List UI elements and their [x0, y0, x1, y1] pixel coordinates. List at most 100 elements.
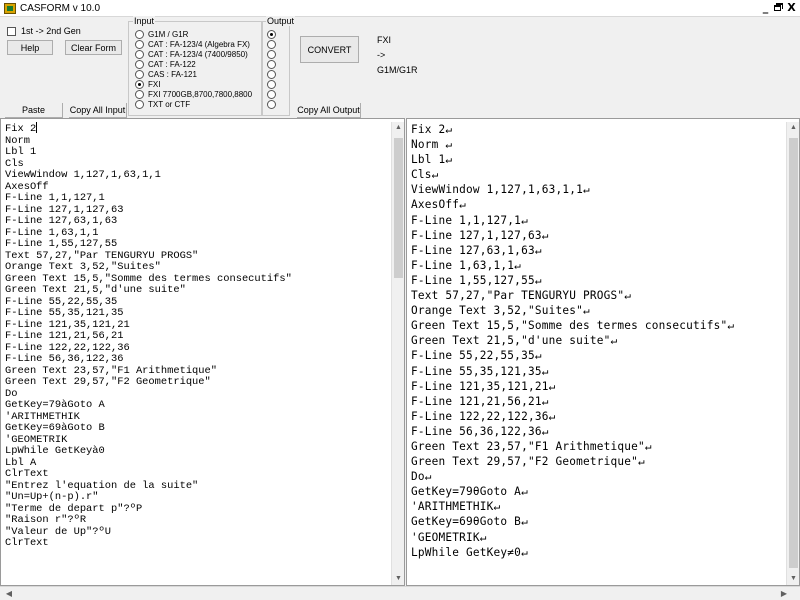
output-radio-2[interactable] [267, 50, 276, 59]
output-code-line[interactable]: F-Line 1,55,127,55↵ [411, 273, 734, 288]
input-radio-4[interactable] [135, 70, 144, 79]
output-code-line[interactable]: Green Text 29,57,"F2 Geometrique"↵ [411, 454, 734, 469]
output-radio-6[interactable] [267, 90, 276, 99]
output-code-line[interactable]: Fix 2↵ [411, 122, 734, 137]
input-code-line[interactable]: Green Text 29,57,"F2 Geometrique" [5, 376, 292, 389]
output-code-line[interactable]: F-Line 55,35,121,35↵ [411, 364, 734, 379]
output-vertical-scrollbar[interactable]: ▲ ▼ [786, 122, 799, 585]
output-code-line[interactable]: F-Line 127,63,1,63↵ [411, 243, 734, 258]
output-code-line[interactable]: GetKey=69θGoto B↵ [411, 514, 734, 529]
output-legend: Output [266, 16, 296, 26]
minimize-icon[interactable]: _ [759, 1, 772, 15]
input-code-line[interactable]: LpWhile GetKeyà0 [5, 445, 292, 458]
output-code-line[interactable]: Green Text 23,57,"F1 Arithmetique"↵ [411, 439, 734, 454]
scroll-down-icon[interactable]: ▼ [787, 573, 799, 585]
output-radio-0[interactable] [267, 30, 276, 39]
help-button[interactable]: Help [7, 40, 53, 55]
restore-icon[interactable] [772, 1, 785, 15]
output-code-line[interactable]: F-Line 121,35,121,21↵ [411, 379, 734, 394]
output-code-line[interactable]: ViewWindow 1,127,1,63,1,1↵ [411, 182, 734, 197]
input-radio-0[interactable] [135, 30, 144, 39]
output-code[interactable]: Fix 2↵ Norm ↵ Lbl 1↵ Cls↵ ViewWindow 1,127,1… [411, 122, 734, 560]
output-code-line[interactable]: Text 57,27,"Par TENGURYU PROGS"↵ [411, 288, 734, 303]
close-icon[interactable]: X [785, 1, 798, 15]
input-option-label: G1M / G1R [148, 30, 189, 39]
input-code-line[interactable]: "Raison r"?ºR [5, 514, 292, 527]
output-code-line[interactable]: F-Line 127,1,127,63↵ [411, 228, 734, 243]
paste-button[interactable]: Paste [5, 103, 63, 118]
output-code-line[interactable]: F-Line 122,22,122,36↵ [411, 409, 734, 424]
copy-all-output-button[interactable]: Copy All Output [297, 103, 361, 118]
input-code-line[interactable]: ViewWindow 1,127,1,63,1,1 [5, 169, 292, 182]
scroll-left-icon[interactable]: ◀ [3, 588, 15, 600]
gen-checkbox[interactable] [7, 27, 16, 36]
input-code-line[interactable]: GetKey=69àGoto B [5, 422, 292, 435]
output-code-line[interactable]: F-Line 55,22,55,35↵ [411, 348, 734, 363]
output-radio-1[interactable] [267, 40, 276, 49]
output-code-line[interactable]: 'GEOMETRIK↵ [411, 530, 734, 545]
input-code-line[interactable]: Orange Text 3,52,"Suites" [5, 261, 292, 274]
input-code-line[interactable]: F-Line 1,1,127,1 [5, 192, 292, 205]
output-code-line[interactable]: Orange Text 3,52,"Suites"↵ [411, 303, 734, 318]
input-radio-1[interactable] [135, 40, 144, 49]
scroll-up-icon[interactable]: ▲ [392, 122, 404, 134]
input-code-line[interactable]: Green Text 21,5,"d'une suite" [5, 284, 292, 297]
scroll-down-icon[interactable]: ▼ [392, 573, 404, 585]
clear-form-button[interactable]: Clear Form [65, 40, 122, 55]
input-code-line[interactable]: F-Line 127,63,1,63 [5, 215, 292, 228]
input-code[interactable]: Fix 2 Norm Lbl 1 Cls ViewWindow 1,127,1,63,1… [5, 122, 292, 550]
output-code-line[interactable]: GetKey=79θGoto A↵ [411, 484, 734, 499]
input-code-line[interactable]: ClrText [5, 468, 292, 481]
input-code-line[interactable]: ClrText [5, 537, 292, 550]
copy-all-input-button[interactable]: Copy All Input [69, 103, 127, 118]
scroll-thumb[interactable] [789, 138, 798, 568]
output-radio-5[interactable] [267, 80, 276, 89]
input-option-label: CAT : FA-123/4 (7400/9850) [148, 50, 248, 59]
input-radio-7[interactable] [135, 100, 144, 109]
output-code-line[interactable]: AxesOff↵ [411, 197, 734, 212]
input-code-line[interactable]: Norm [5, 135, 292, 148]
output-code-line[interactable]: F-Line 1,63,1,1↵ [411, 258, 734, 273]
output-code-line[interactable]: Green Text 15,5,"Somme des termes consec… [411, 318, 734, 333]
input-code-line[interactable]: GetKey=79àGoto A [5, 399, 292, 412]
input-code-line[interactable]: Lbl 1 [5, 146, 292, 159]
output-code-line[interactable]: F-Line 1,1,127,1↵ [411, 213, 734, 228]
input-option-label: CAS : FA-121 [148, 70, 197, 79]
output-code-line[interactable]: 'ARITHMETHIK↵ [411, 499, 734, 514]
output-radio-3[interactable] [267, 60, 276, 69]
output-editor[interactable]: Fix 2↵ Norm ↵ Lbl 1↵ Cls↵ ViewWindow 1,127,1… [406, 118, 800, 586]
horizontal-scrollbar[interactable]: ◀ ▶ [0, 586, 800, 600]
input-code-line[interactable]: Fix 2 [5, 122, 292, 136]
output-code-line[interactable]: F-Line 56,36,122,36↵ [411, 424, 734, 439]
output-radio-4[interactable] [267, 70, 276, 79]
output-code-line[interactable]: Green Text 21,5,"d'une suite"↵ [411, 333, 734, 348]
input-radio-2[interactable] [135, 50, 144, 59]
output-code-line[interactable]: Cls↵ [411, 167, 734, 182]
input-code-line[interactable]: "Un=Up+(n-p).r" [5, 491, 292, 504]
input-radio-3[interactable] [135, 60, 144, 69]
window-controls: _ X [759, 1, 798, 15]
input-editor[interactable]: Fix 2 Norm Lbl 1 Cls ViewWindow 1,127,1,63,1… [0, 118, 405, 586]
status-from: FXI [377, 35, 392, 45]
input-code-line[interactable]: F-Line 121,21,56,21 [5, 330, 292, 343]
input-legend: Input [133, 16, 156, 26]
output-code-line[interactable]: F-Line 121,21,56,21↵ [411, 394, 734, 409]
input-code-line[interactable]: F-Line 56,36,122,36 [5, 353, 292, 366]
input-radio-6[interactable] [135, 90, 144, 99]
input-code-line[interactable]: F-Line 55,35,121,35 [5, 307, 292, 320]
output-code-line[interactable]: Norm ↵ [411, 137, 734, 152]
input-option-label: TXT or CTF [148, 100, 191, 109]
status-to: G1M/G1R [377, 65, 418, 75]
output-code-line[interactable]: LpWhile GetKey≠0↵ [411, 545, 734, 560]
scroll-thumb[interactable] [394, 138, 403, 278]
input-radio-5[interactable] [135, 80, 144, 89]
output-radio-7[interactable] [267, 100, 276, 109]
convert-button[interactable]: CONVERT [300, 36, 359, 63]
scroll-up-icon[interactable]: ▲ [787, 122, 799, 134]
output-code-line[interactable]: Lbl 1↵ [411, 152, 734, 167]
input-vertical-scrollbar[interactable]: ▲ ▼ [391, 122, 404, 585]
scroll-right-icon[interactable]: ▶ [778, 588, 790, 600]
input-code-line[interactable]: F-Line 1,55,127,55 [5, 238, 292, 251]
output-code-line[interactable]: Do↵ [411, 469, 734, 484]
input-option-label: CAT : FA-123/4 (Algebra FX) [148, 40, 250, 49]
